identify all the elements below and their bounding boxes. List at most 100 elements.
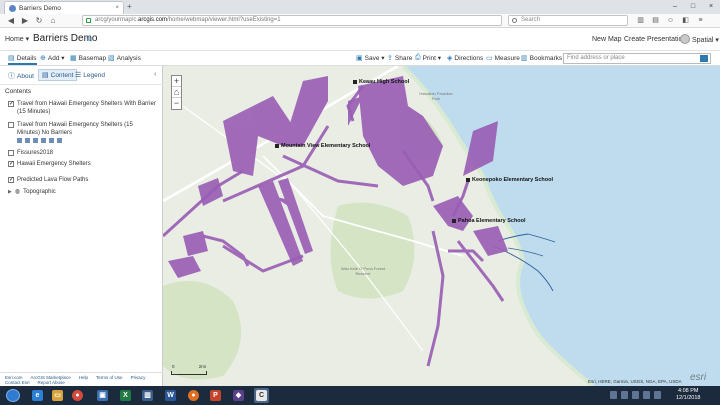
addon-icon[interactable]: ◧ <box>681 16 690 25</box>
analysis-button[interactable]: ▧ Analysis <box>108 54 141 63</box>
layer-item[interactable]: Hawaii Emergency Shelters <box>8 160 156 168</box>
start-button[interactable] <box>6 389 20 402</box>
panel-tabs: ⓘ About ▤ Content ☰ Legend ‹ <box>0 66 163 85</box>
avatar[interactable] <box>680 34 690 44</box>
edit-pencil-icon[interactable]: ✎ <box>86 35 93 44</box>
minimize-button[interactable]: – <box>666 0 684 14</box>
volume-icon[interactable] <box>643 391 650 399</box>
layer-item[interactable]: Travel from Hawaii Emergency Shelters Wi… <box>8 100 156 116</box>
network-icon[interactable] <box>632 391 639 399</box>
footer-link[interactable]: Contact Esri <box>5 380 30 385</box>
taskbar-chrome[interactable]: ● <box>70 388 85 403</box>
footer-link[interactable]: Help <box>79 375 88 380</box>
tab-content[interactable]: ▤ Content <box>38 69 78 81</box>
search-button[interactable] <box>700 55 708 62</box>
legend-toggle-icon[interactable] <box>17 138 22 143</box>
collapse-panel-icon[interactable]: ‹ <box>154 71 156 78</box>
tray-icon[interactable] <box>610 391 617 399</box>
home-icon[interactable]: ⌂ <box>48 16 58 26</box>
bookmarks-button[interactable]: ▥ Bookmarks <box>521 54 562 63</box>
layer-label[interactable]: Hawaii Emergency Shelters <box>17 160 156 168</box>
clock[interactable]: 4:08 PM 12/1/2018 <box>676 388 700 402</box>
account-icon[interactable]: ☺ <box>666 16 675 25</box>
address-search-input[interactable]: Find address or place <box>563 53 711 64</box>
close-tab-icon[interactable]: × <box>115 5 119 11</box>
style-icon[interactable] <box>33 138 38 143</box>
back-icon[interactable]: ◀ <box>6 16 16 26</box>
footer-link[interactable]: Report Abuse <box>38 380 65 385</box>
taskbar-ie[interactable]: e <box>30 388 45 403</box>
library-icon[interactable]: ▥ <box>636 16 645 25</box>
school-label[interactable]: Mountain View Elementary School <box>275 143 370 149</box>
taskbar-word[interactable]: W <box>163 388 178 403</box>
zoom-in-button[interactable]: + <box>172 76 181 87</box>
tray-icon[interactable] <box>621 391 628 399</box>
layer-checkbox[interactable] <box>8 160 14 168</box>
user-menu[interactable]: Spatial ▾ <box>692 36 719 44</box>
school-label[interactable]: Pahoa Elementary School <box>452 218 526 224</box>
flag-icon[interactable] <box>654 391 661 399</box>
school-label[interactable]: Keaau High School <box>353 79 409 85</box>
layer-checkbox[interactable] <box>8 150 14 156</box>
add-button[interactable]: ⊕ Add ▾ <box>40 54 65 62</box>
layer-label[interactable]: Predicted Lava Flow Paths <box>17 176 156 184</box>
school-label[interactable]: Keonepoko Elementary School <box>466 177 553 183</box>
taskbar-explorer[interactable]: ▭ <box>50 388 65 403</box>
layer-item[interactable]: Fissures2018 <box>8 149 156 157</box>
esri-logo: esri <box>690 372 707 383</box>
tab-about[interactable]: ⓘ About <box>8 71 34 81</box>
footer-link[interactable]: Terms of Use <box>96 375 123 380</box>
taskbar-app3[interactable]: ◆ <box>231 388 246 403</box>
save-button[interactable]: ▣ Save ▾ <box>356 54 385 62</box>
default-extent-button[interactable]: ⌂ <box>172 87 181 98</box>
home-menu[interactable]: Home ▾ <box>5 35 29 43</box>
basemap-layer[interactable]: ▶ ◍ Topographic <box>8 188 56 196</box>
taskbar-app2[interactable]: ▥ <box>140 388 155 403</box>
layer-item[interactable]: Travel from Hawaii Emergency Shelters (1… <box>8 121 156 143</box>
layer-checkbox[interactable] <box>8 100 14 108</box>
print-button[interactable]: ⎙ Print ▾ <box>415 54 441 62</box>
measure-label: Measure <box>494 54 520 62</box>
basemap-button[interactable]: ▦ Basemap <box>70 54 106 63</box>
new-map-link[interactable]: New Map <box>592 36 622 43</box>
details-button[interactable]: ▤ Details <box>8 54 37 65</box>
layer-item[interactable]: Predicted Lava Flow Paths <box>8 176 156 184</box>
map-view[interactable]: + ⌂ − Keaau High School Mountain View El… <box>163 66 720 386</box>
reload-icon[interactable]: ↻ <box>34 16 44 26</box>
filter-icon[interactable] <box>41 138 46 143</box>
map-canvas[interactable] <box>163 66 720 386</box>
analysis-layer-icon[interactable] <box>49 138 54 143</box>
layer-checkbox[interactable] <box>8 122 14 128</box>
taskbar-app[interactable]: ▣ <box>95 388 110 403</box>
url-bar[interactable]: arcg/yourmap/c.arcgis.com/home/webmap/vi… <box>82 15 502 26</box>
close-window-button[interactable]: × <box>702 0 720 14</box>
taskbar-active-app[interactable]: C <box>254 388 269 403</box>
lock-icon <box>86 18 91 23</box>
layer-label[interactable]: Travel from Hawaii Emergency Shelters (1… <box>17 121 156 137</box>
taskbar-powerpoint[interactable]: P <box>208 388 223 403</box>
directions-label: Directions <box>454 54 484 62</box>
tab-legend[interactable]: ☰ Legend <box>75 71 105 80</box>
footer-link[interactable]: Privacy <box>131 375 146 380</box>
layer-checkbox[interactable] <box>8 176 14 184</box>
browser-search-input[interactable]: Search <box>508 15 628 26</box>
add-label: Add ▾ <box>47 55 65 62</box>
expand-triangle-icon[interactable]: ▶ <box>8 189 12 195</box>
forward-icon[interactable]: ▶ <box>20 16 30 26</box>
zoom-out-button[interactable]: − <box>172 98 181 109</box>
table-icon[interactable] <box>25 138 30 143</box>
taskbar-excel[interactable]: X <box>118 388 133 403</box>
sidebar-icon[interactable]: ▤ <box>651 16 660 25</box>
share-button[interactable]: ⇪ Share <box>387 54 412 63</box>
measure-button[interactable]: ▭ Measure <box>486 54 520 63</box>
menu-icon[interactable]: ≡ <box>696 16 705 25</box>
layer-label[interactable]: Fissures2018 <box>17 149 156 157</box>
browser-tab[interactable]: Barriers Demo × <box>4 1 124 14</box>
new-tab-button[interactable]: + <box>127 3 137 12</box>
directions-button[interactable]: ◈ Directions <box>447 54 484 63</box>
maximize-button[interactable]: □ <box>684 0 702 14</box>
create-presentation-link[interactable]: Create Presentation <box>624 36 686 43</box>
layer-label[interactable]: Travel from Hawaii Emergency Shelters Wi… <box>17 100 156 116</box>
more-options-icon[interactable] <box>57 138 62 143</box>
taskbar-firefox[interactable]: ● <box>186 388 201 403</box>
